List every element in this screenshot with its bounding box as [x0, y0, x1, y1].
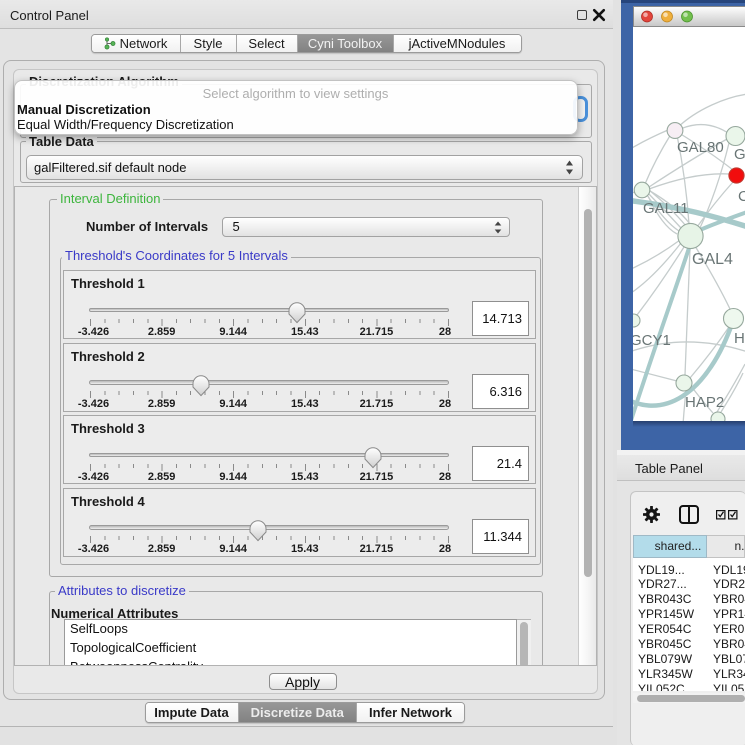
svg-text:GAL11: GAL11: [643, 200, 689, 217]
svg-text:GCY1: GCY1: [633, 332, 671, 349]
svg-text:C: C: [738, 188, 745, 205]
svg-text:GAL80: GAL80: [677, 139, 724, 156]
svg-text:GAL4: GAL4: [692, 251, 733, 268]
svg-text:H: H: [734, 330, 745, 347]
svg-text:G...: G...: [734, 146, 745, 163]
svg-text:HAP2: HAP2: [685, 394, 724, 411]
